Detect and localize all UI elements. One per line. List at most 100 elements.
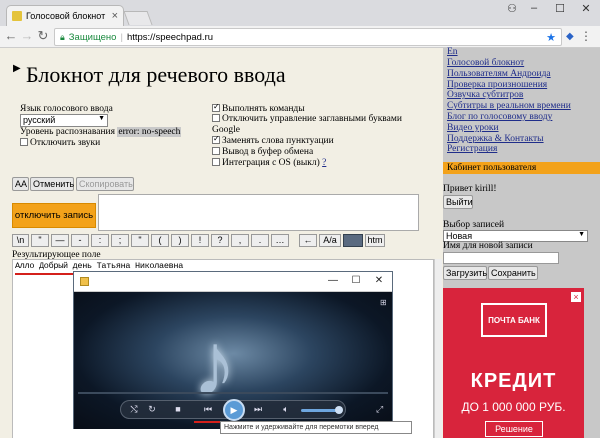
previous-icon[interactable]: ⏮ xyxy=(201,404,215,415)
symbol-button[interactable]: - xyxy=(71,234,89,247)
tab-strip: Голосовой блокнот × ⚇ – ☐ ✕ xyxy=(0,0,600,26)
address-separator: | xyxy=(120,31,123,43)
symbol-button[interactable]: ? xyxy=(211,234,229,247)
symbol-button[interactable]: ; xyxy=(111,234,129,247)
copy-button[interactable]: Скопировать xyxy=(76,177,134,191)
repeat-icon[interactable]: ↻ xyxy=(145,404,159,415)
play-button[interactable]: ▶ xyxy=(223,399,245,421)
disable-caps-checkbox[interactable] xyxy=(212,114,220,122)
logout-button[interactable]: Выйти xyxy=(443,195,473,209)
os-integration-checkbox[interactable] xyxy=(212,158,220,166)
replace-punct-option[interactable]: Заменять слова пунктуации xyxy=(212,134,334,146)
ad-amount: ДО 1 000 000 РУБ. xyxy=(461,400,566,414)
disable-caps-option[interactable]: Отключить управление заглавными буквами xyxy=(212,114,402,124)
seek-bar[interactable] xyxy=(78,392,388,394)
sidebar-link[interactable]: Поддержка & Контакты xyxy=(447,134,544,144)
disable-sounds-option[interactable]: Отключить звуки xyxy=(20,138,100,148)
symbol-button[interactable]: " xyxy=(131,234,149,247)
player-app-icon xyxy=(80,277,89,286)
minimize-window-icon[interactable]: – xyxy=(524,2,544,14)
recognition-row: Уровень распознавания error: no-speech xyxy=(20,127,182,137)
tab-close-icon[interactable]: × xyxy=(112,10,118,22)
profile-icon[interactable]: ⚇ xyxy=(502,2,522,15)
forward-icon[interactable]: → xyxy=(20,29,34,43)
symbol-button[interactable]: " xyxy=(31,234,49,247)
os-help-link[interactable]: ? xyxy=(322,158,326,168)
symbol-button[interactable]: , xyxy=(231,234,249,247)
browser-tab[interactable]: Голосовой блокнот × xyxy=(6,5,124,26)
menu-icon[interactable]: ⋮ xyxy=(580,29,592,43)
language-select[interactable]: русский ▼ xyxy=(20,114,108,127)
clipboard-option[interactable]: Вывод в буфер обмена xyxy=(212,147,313,157)
symbol-button[interactable]: htm xyxy=(365,234,385,247)
sidebar-link[interactable]: Субтитры в реальном времени xyxy=(447,101,571,111)
sidebar-link[interactable]: Озвучка субтитров xyxy=(447,90,523,100)
undo-button[interactable]: Отменить xyxy=(30,177,74,191)
record-toggle-button[interactable]: отключить запись xyxy=(12,203,96,228)
browser-toolbar: ← → ↻ 🔒︎ Защищено | https://speechpad.ru… xyxy=(0,26,600,48)
sidebar-link[interactable]: Видео уроки xyxy=(447,123,499,133)
page-title: Блокнот для речевого ввода xyxy=(26,62,286,87)
new-name-input[interactable] xyxy=(443,252,559,264)
player-maximize-icon[interactable]: ☐ xyxy=(345,275,367,286)
player-video-area[interactable]: ♪ ⊞ ⤭ ↻ ■ ⏮ ▶ ⏭ 🔈︎ ⤢ xyxy=(74,292,392,429)
ad-banner[interactable]: ПОЧТА БАНК КРЕДИТ ДО 1 000 000 РУБ. Реше… xyxy=(443,288,584,438)
ad-close-icon[interactable]: × xyxy=(571,292,581,302)
language-label: Язык голосового ввода xyxy=(20,104,113,114)
player-tooltip: Нажмите и удерживайте для перемотки впер… xyxy=(220,421,412,434)
symbol-button[interactable]: . xyxy=(251,234,269,247)
exec-commands-option[interactable]: Выполнять команды xyxy=(212,102,305,114)
os-integration-label: Интеграция с OS (выкл) xyxy=(222,158,320,168)
os-integration-option[interactable]: Интеграция с OS (выкл) ? xyxy=(212,158,326,168)
clipboard-checkbox[interactable] xyxy=(212,147,220,155)
sidebar-link[interactable]: Пользователям Андроида xyxy=(447,69,551,79)
extension-icon[interactable]: ◆ xyxy=(566,31,574,42)
symbol-button[interactable]: \n xyxy=(12,234,29,247)
address-bar[interactable]: 🔒︎ Защищено | https://speechpad.ru ★ xyxy=(54,28,562,46)
replace-punct-checkbox[interactable] xyxy=(212,134,220,144)
close-window-icon[interactable]: ✕ xyxy=(576,2,596,15)
next-icon[interactable]: ⏭ xyxy=(251,404,265,415)
stop-icon[interactable]: ■ xyxy=(171,404,185,414)
keyboard-icon[interactable] xyxy=(343,234,363,247)
aa-button[interactable]: АА xyxy=(12,177,29,191)
symbol-button[interactable]: : xyxy=(91,234,109,247)
url-text: https://speechpad.ru xyxy=(126,31,214,43)
clipboard-label: Вывод в буфер обмена xyxy=(222,147,314,157)
ad-cta-button[interactable]: Решение xyxy=(485,421,543,437)
symbol-button[interactable]: ) xyxy=(171,234,189,247)
symbol-button[interactable]: А/а xyxy=(319,234,341,247)
load-button[interactable]: Загрузить xyxy=(443,266,487,280)
player-minimize-icon[interactable]: — xyxy=(322,275,344,286)
back-icon[interactable]: ← xyxy=(4,29,18,43)
new-tab-button[interactable] xyxy=(123,11,153,25)
secure-label: Защищено xyxy=(68,31,117,43)
collapse-triangle-icon[interactable]: ▶ xyxy=(13,63,21,74)
volume-slider-thumb[interactable] xyxy=(335,406,343,414)
result-scrollbar[interactable] xyxy=(434,259,442,438)
sidebar-link[interactable]: Проверка произношения xyxy=(447,80,547,90)
language-select-value: русский xyxy=(23,115,56,125)
speech-input-box[interactable] xyxy=(98,194,419,231)
symbol-button[interactable]: ! xyxy=(191,234,209,247)
volume-icon[interactable]: 🔈︎ xyxy=(279,404,293,415)
sidebar-link[interactable]: Блог по голосовому вводу xyxy=(447,112,552,122)
bookmark-star-icon[interactable]: ★ xyxy=(546,31,556,44)
symbol-button[interactable]: ← xyxy=(299,234,317,247)
sidebar-link[interactable]: Регистрация xyxy=(447,144,497,154)
player-switch-view-icon[interactable]: ⊞ xyxy=(380,298,387,307)
shuffle-icon[interactable]: ⤭ xyxy=(127,404,141,415)
player-close-icon[interactable]: ✕ xyxy=(368,275,390,286)
exec-commands-checkbox[interactable] xyxy=(212,102,220,112)
fullscreen-icon[interactable]: ⤢ xyxy=(376,404,383,415)
maximize-window-icon[interactable]: ☐ xyxy=(550,2,570,15)
symbol-button[interactable]: ( xyxy=(151,234,169,247)
sidebar-lang-link[interactable]: En xyxy=(447,47,458,57)
symbol-button[interactable]: … xyxy=(271,234,289,247)
disable-sounds-checkbox[interactable] xyxy=(20,138,28,146)
symbol-button[interactable]: — xyxy=(51,234,69,247)
reload-icon[interactable]: ↻ xyxy=(36,29,50,43)
replace-punct-label: Заменять слова пунктуации xyxy=(222,136,334,146)
sidebar-link[interactable]: Голосовой блокнот xyxy=(447,58,524,68)
save-button[interactable]: Сохранить xyxy=(488,266,538,280)
